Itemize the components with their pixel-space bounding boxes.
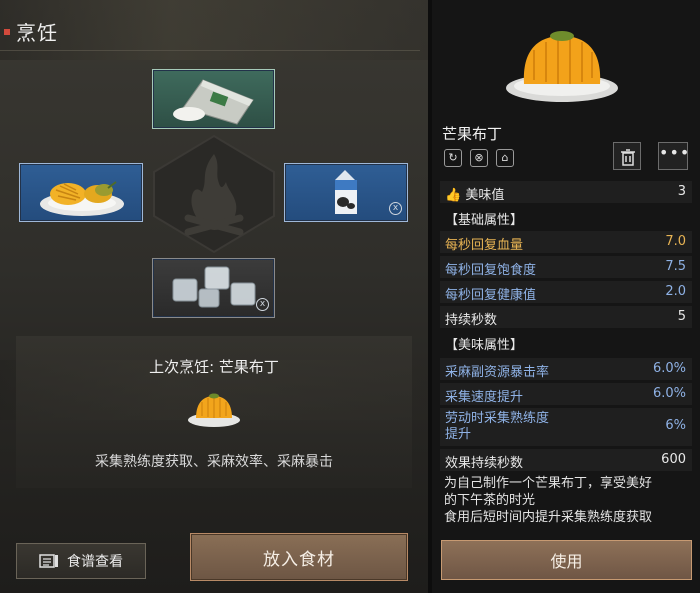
milk-carton-icon xyxy=(335,170,357,214)
recipe-book-icon xyxy=(39,553,59,569)
swirl-icon[interactable]: ↻ xyxy=(444,149,462,167)
use-button[interactable]: 使用 xyxy=(441,540,692,580)
item-image-icon xyxy=(506,31,618,102)
flavor-value-row: 👍 美味值 3 xyxy=(440,181,692,203)
basic-section-header: 【基础属性】 xyxy=(445,213,524,228)
thumbs-up-icon: 👍 xyxy=(445,188,462,203)
delete-button[interactable] xyxy=(613,142,641,170)
header-marker xyxy=(4,29,10,35)
flavor-value-label: 👍 美味值 xyxy=(445,188,505,203)
item-description: 为自己制作一个芒果布丁，享受美好 的下午茶的时光 食用后短时间内提升采集熟练度获… xyxy=(444,476,653,525)
recipe-view-label: 食谱查看 xyxy=(67,554,123,570)
stat-row: 每秒回复血量 7.0 xyxy=(440,231,692,253)
mango-pudding-icon xyxy=(188,393,240,427)
last-cooked-effects: 采集熟练度获取、采麻效率、采麻暴击 xyxy=(95,454,333,470)
stat-row: 采集速度提升 6.0% xyxy=(440,383,692,405)
ingredient-slot-bottom[interactable]: x xyxy=(152,258,275,318)
panel-header: 烹饪 xyxy=(0,12,428,51)
cancel-circle-icon[interactable]: ⊗ xyxy=(470,149,488,167)
stat-row: 劳动时采集熟练度 提升 6% xyxy=(440,408,692,446)
panel-title: 烹饪 xyxy=(16,21,58,45)
stat-row: 每秒回复饱食度 7.5 xyxy=(440,256,692,278)
flavor-value: 3 xyxy=(677,184,686,199)
last-cooked-card: 上次烹饪: 芒果布丁 采集熟练度获取、采麻效率、采麻暴击 xyxy=(16,336,412,488)
header-divider xyxy=(0,50,420,51)
stat-row: 效果持续秒数 600 xyxy=(440,449,692,471)
campfire-emblem-icon xyxy=(150,132,278,256)
ice-cubes-icon xyxy=(172,266,256,308)
trash-icon xyxy=(621,149,635,166)
last-cooked-label: 上次烹饪: 芒果布丁 xyxy=(149,358,279,376)
add-ingredient-button[interactable]: 放入食材 xyxy=(190,533,408,581)
remove-ingredient-icon[interactable]: x xyxy=(389,202,402,215)
stat-row: 每秒回复健康值 2.0 xyxy=(440,281,692,303)
ingredient-slot-top[interactable] xyxy=(152,69,275,129)
recipe-view-button[interactable]: 食谱查看 xyxy=(16,543,146,579)
more-options-button[interactable]: ••• xyxy=(658,142,689,170)
flavor-section-header: 【美味属性】 xyxy=(445,338,524,353)
flour-bag-icon xyxy=(173,79,254,125)
stat-row: 采麻副资源暴击率 6.0% xyxy=(440,358,692,380)
cooking-panel: 烹饪 x x 上次烹饪: 芒果布丁 采集熟练度获取、采麻效率、采麻暴击 食谱查看… xyxy=(0,0,428,593)
stat-row: 持续秒数 5 xyxy=(440,306,692,328)
home-icon[interactable]: ⌂ xyxy=(496,149,514,167)
mango-plate-icon xyxy=(40,181,124,216)
remove-ingredient-icon[interactable]: x xyxy=(256,298,269,311)
ingredient-slot-right[interactable]: x xyxy=(284,163,408,222)
item-name: 芒果布丁 xyxy=(442,125,503,143)
ingredient-slot-left[interactable] xyxy=(19,163,143,222)
item-detail-panel: 芒果布丁 ↻ ⊗ ⌂ ••• 👍 美味值 3 【基础属性】 每秒回复血量 7.0… xyxy=(432,0,700,593)
